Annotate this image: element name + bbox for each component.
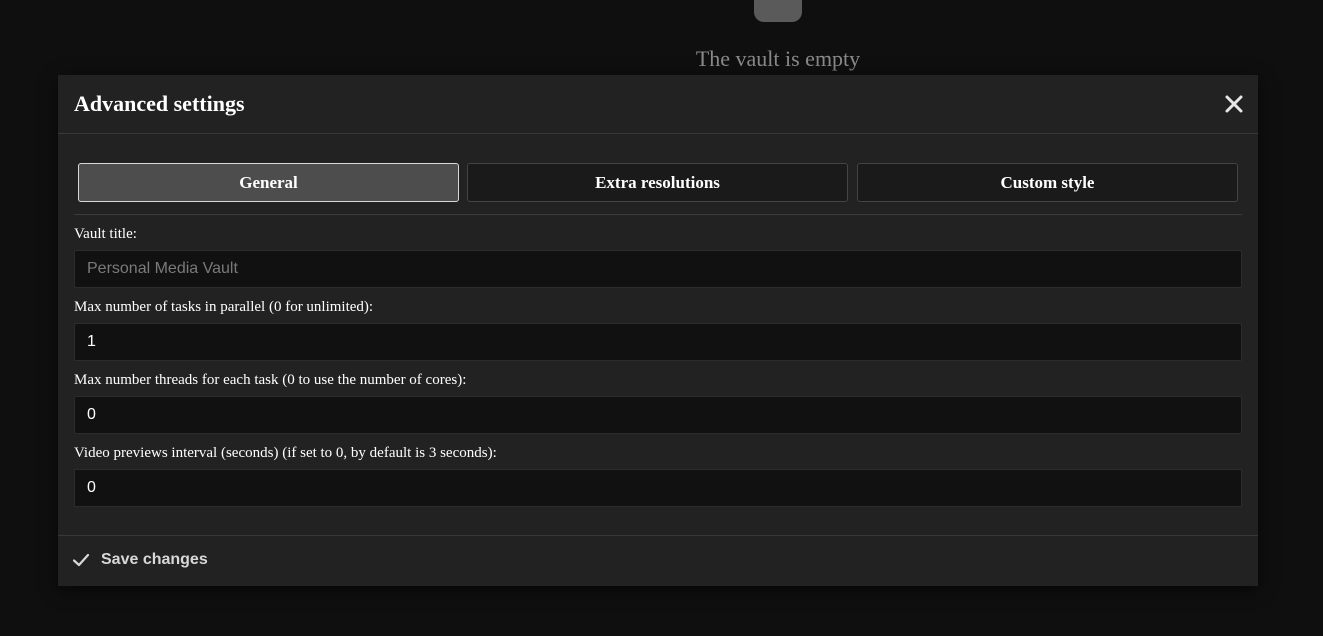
max-tasks-label: Max number of tasks in parallel (0 for u… bbox=[74, 299, 374, 315]
max-tasks-input[interactable] bbox=[74, 323, 1242, 361]
tab-general[interactable]: General bbox=[78, 163, 459, 202]
modal-footer: Save changes bbox=[58, 535, 1258, 586]
advanced-settings-modal: Advanced settings General Extra resoluti… bbox=[58, 75, 1258, 586]
settings-tabs: General Extra resolutions Custom style bbox=[78, 163, 1238, 202]
vault-title-input[interactable] bbox=[74, 250, 1242, 288]
max-threads-label: Max number threads for each task (0 to u… bbox=[74, 372, 467, 388]
tab-extra-resolutions[interactable]: Extra resolutions bbox=[467, 163, 848, 202]
vault-title-label: Vault title: bbox=[74, 226, 137, 242]
close-icon bbox=[1225, 95, 1243, 113]
save-changes-button[interactable]: Save changes bbox=[72, 548, 208, 572]
preview-interval-label: Video previews interval (seconds) (if se… bbox=[74, 445, 497, 461]
check-icon bbox=[72, 553, 90, 567]
save-changes-label: Save changes bbox=[101, 551, 208, 568]
max-threads-input[interactable] bbox=[74, 396, 1242, 434]
modal-header: Advanced settings bbox=[58, 75, 1258, 134]
tabs-divider bbox=[74, 214, 1242, 215]
empty-vault-message: The vault is empty bbox=[695, 46, 861, 71]
tab-custom-style[interactable]: Custom style bbox=[857, 163, 1238, 202]
preview-interval-input[interactable] bbox=[74, 469, 1242, 507]
vault-icon bbox=[754, 0, 802, 22]
modal-title: Advanced settings bbox=[74, 91, 245, 116]
close-button[interactable] bbox=[1222, 92, 1246, 116]
